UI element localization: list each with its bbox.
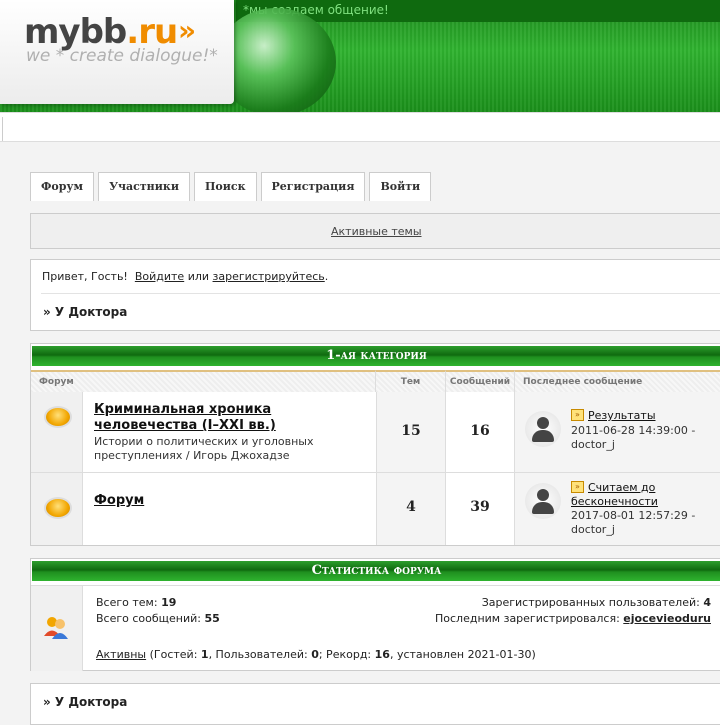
stats-title: Статистика форума: [32, 561, 720, 581]
active-users-line: Активны (Гостей: 1, Пользователей: 0; Ре…: [96, 648, 536, 661]
stat-users-value: 4: [703, 596, 711, 609]
stat-posts-value: 55: [204, 612, 220, 625]
avatar: [525, 483, 561, 519]
column-posts: Сообщений: [446, 370, 515, 392]
login-link[interactable]: Войдите: [135, 270, 184, 283]
top-bar: [0, 112, 720, 142]
go-to-post-icon: »: [571, 409, 584, 421]
last-post-date: 2017-08-01 12:57:29 -: [571, 509, 696, 522]
forum-status-icon: [44, 406, 72, 428]
forum-title-link[interactable]: Криминальная хроника человечества (I–XXI…: [94, 402, 376, 434]
category-title: 1-ая категория: [32, 346, 720, 366]
last-registered-user-link[interactable]: ejocevieoduru: [623, 612, 711, 625]
logo-slogan: we * create dialogue!*: [26, 46, 218, 66]
forum-row: Криминальная хроника человечества (I–XXI…: [31, 392, 720, 473]
active-users-link[interactable]: Активны: [96, 648, 146, 661]
stat-topics-value: 19: [161, 596, 177, 609]
last-post-link[interactable]: Результаты: [588, 409, 656, 422]
active-topics-link[interactable]: Активные темы: [331, 225, 422, 238]
go-to-post-icon: »: [571, 481, 584, 493]
globe-graphic: [216, 8, 336, 112]
last-post-author: doctor_j: [571, 438, 615, 451]
stat-last-reg-label: Последним зарегистрировался:: [435, 612, 620, 625]
stat-posts-label: Всего сообщений:: [96, 612, 201, 625]
stat-users-label: Зарегистрированных пользователей:: [481, 596, 700, 609]
forum-title-link[interactable]: Форум: [94, 493, 144, 509]
site-header: *мы создаем общение! mybb.ru » we * crea…: [0, 0, 720, 112]
welcome-panel: Привет, Гость! Войдите или зарегистрируй…: [30, 259, 720, 331]
last-post-author: doctor_j: [571, 523, 615, 536]
forum-posts-count: 16: [470, 423, 490, 439]
category-block: 1-ая категория Форум Тем Сообщений После…: [30, 343, 720, 546]
breadcrumb: » У Доктора: [43, 305, 128, 319]
forum-topics-count: 4: [406, 499, 416, 515]
forum-posts-count: 39: [470, 499, 490, 515]
footer-breadcrumb: » У Доктора: [43, 695, 128, 709]
avatar: [525, 411, 561, 447]
main-nav: Форум Участники Поиск Регистрация Войти: [30, 172, 435, 201]
logo-arrows-icon: »: [178, 14, 196, 47]
nav-forum[interactable]: Форум: [30, 172, 95, 201]
column-topics: Тем: [376, 370, 446, 392]
users-icon: [44, 617, 68, 639]
register-link[interactable]: зарегистрируйтесь: [213, 270, 325, 283]
last-post-link[interactable]: Считаем до бесконечности: [571, 481, 658, 508]
forum-status-icon: [44, 497, 72, 519]
active-topics-bar: Активные темы: [30, 213, 720, 249]
nav-login[interactable]: Войти: [369, 172, 432, 201]
site-logo[interactable]: mybb.ru » we * create dialogue!*: [0, 0, 234, 104]
stat-topics-label: Всего тем:: [96, 596, 158, 609]
forum-description: Истории о политических и уголовных прест…: [94, 435, 314, 462]
nav-search[interactable]: Поиск: [194, 172, 257, 201]
forum-topics-count: 15: [401, 423, 421, 439]
last-post-date: 2011-06-28 14:39:00 -: [571, 424, 696, 437]
column-last-post: Последнее сообщение: [515, 370, 720, 392]
footer-panel: » У Доктора: [30, 683, 720, 725]
forum-row: Форум 4 39 » Считаем до бесконечности 201…: [31, 473, 720, 545]
nav-register[interactable]: Регистрация: [260, 172, 366, 201]
forum-stats: Статистика форума Всего тем: 19 Всего со…: [30, 558, 720, 671]
column-forum: Форум: [31, 370, 376, 392]
welcome-text: Привет, Гость! Войдите или зарегистрируй…: [42, 270, 329, 283]
nav-members[interactable]: Участники: [98, 172, 190, 201]
